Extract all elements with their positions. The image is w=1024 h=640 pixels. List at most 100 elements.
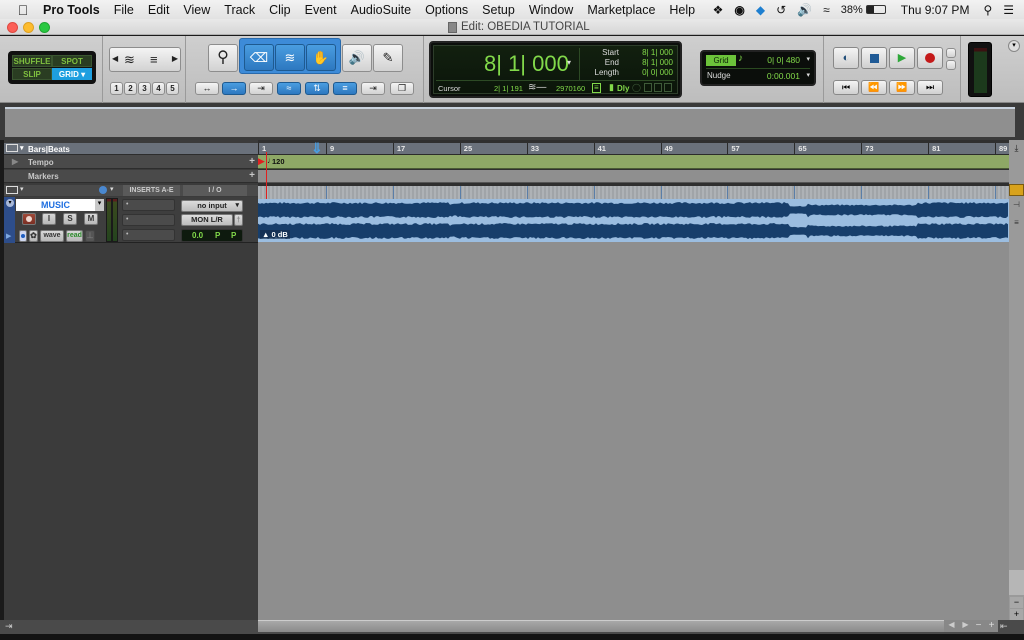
output-selector[interactable]: MON L/R [181, 214, 233, 226]
timebase-dropdown-icon[interactable]: ▾ [110, 185, 114, 193]
tempo-ruler[interactable]: ▶ ♩ 120 [258, 155, 1009, 169]
horizontal-zoom-out-button[interactable]: − [972, 620, 985, 632]
counter-dropdown-icon[interactable]: ▾ [567, 58, 571, 67]
smart-tool[interactable]: ⌫ ≋ ✋ [239, 38, 341, 74]
vertical-zoom-in-button[interactable]: + [1010, 609, 1023, 620]
zoom-window-button[interactable] [39, 22, 50, 33]
insert-slot-c[interactable]: • [122, 229, 175, 241]
grid-value[interactable]: 0| 0| 480 [767, 55, 800, 65]
scroll-left-button[interactable]: ◀ [944, 620, 959, 632]
menu-event[interactable]: Event [305, 3, 337, 17]
scroll-right-button[interactable]: ▶ [959, 620, 972, 632]
menu-clip[interactable]: Clip [269, 3, 291, 17]
show-tracks-list-icon[interactable]: ⇥ [5, 621, 13, 632]
battery-icon[interactable] [865, 5, 886, 14]
spotlight-icon[interactable]: ⚲ [983, 3, 992, 17]
audio-clip[interactable]: ▲ 0 dB [258, 199, 1009, 242]
mirror-midi-button[interactable]: ⇅ [305, 82, 329, 95]
bars-beats-ruler[interactable]: 1 9 17 25 33 41 49 57 65 73 81 89 [258, 143, 1009, 155]
dropbox-icon[interactable]: ❖ [713, 3, 724, 17]
menu-file[interactable]: File [114, 3, 134, 17]
trim-tool[interactable]: ⌫ [244, 44, 274, 71]
length-value[interactable]: 0| 0| 000 [642, 68, 673, 77]
main-counter-value[interactable]: 8| 1| 000 [484, 51, 569, 77]
online-button[interactable]: ◐ [833, 47, 859, 69]
shuffle-mode-button[interactable]: SHUFFLE [12, 55, 52, 67]
zoom-out-arrow-icon[interactable]: ◀ [112, 54, 118, 63]
insertion-follows-playback-button[interactable]: ⇥ [249, 82, 273, 95]
uad-icon[interactable]: ◆ [756, 3, 765, 17]
tab-to-transient-button[interactable]: ↔ [195, 82, 219, 95]
zoom-preset-3[interactable]: 3 [138, 82, 151, 95]
timebase-selector[interactable] [19, 230, 27, 242]
tempo-event-marker-icon[interactable]: ▶ [258, 156, 265, 167]
track-view-icon[interactable] [6, 186, 18, 194]
pencil-tool[interactable]: ✎ [373, 44, 403, 72]
grid-label[interactable]: Grid [706, 55, 736, 66]
universe-view-panel[interactable] [5, 107, 1015, 137]
zoomer-tool[interactable]: ⚲ [208, 44, 238, 72]
note-value-icon[interactable]: ♪ [738, 53, 743, 64]
menu-options[interactable]: Options [425, 3, 468, 17]
ruler-dropdown-icon[interactable]: ▾ [20, 144, 24, 152]
menu-view[interactable]: View [183, 3, 210, 17]
expand-track-icon[interactable]: ▶ [6, 232, 11, 240]
zoom-in-arrow-icon[interactable]: ▶ [172, 54, 178, 63]
track-name[interactable]: MUSIC [16, 199, 95, 211]
audio-zoom-icon[interactable]: ≋ [124, 52, 135, 68]
add-tempo-icon[interactable]: + [249, 156, 255, 167]
insert-slot-a[interactable]: • [122, 199, 175, 211]
zoom-preset-5[interactable]: 5 [166, 82, 179, 95]
sync-icon[interactable]: ◉ [734, 3, 744, 17]
go-to-end-button[interactable]: ⏭ [917, 80, 943, 95]
track-height-zoom-icon[interactable] [1009, 184, 1024, 196]
play-button[interactable]: ▶ [889, 47, 915, 69]
audio-height-icon[interactable]: ⊣ [1010, 200, 1023, 218]
tempo-value[interactable]: 120 [272, 157, 285, 166]
volume-icon[interactable]: 🔊 [797, 3, 812, 17]
slip-mode-button[interactable]: SLIP [12, 68, 52, 80]
mute-indicator-icon[interactable] [664, 83, 672, 92]
show-editor-icon[interactable]: ⇤ [1000, 621, 1008, 632]
clock[interactable]: Thu 9:07 PM [901, 3, 970, 17]
window-config-button[interactable]: ❐ [390, 82, 414, 95]
loop-playback-toggle[interactable] [946, 48, 956, 58]
delay-comp-icon[interactable]: ▮ [609, 82, 614, 93]
record-enable-button[interactable] [22, 213, 36, 225]
scrubber-tool[interactable]: 🔊 [342, 44, 372, 72]
io-header[interactable]: I / O [183, 185, 247, 196]
ruler-collapse-icon[interactable]: ⤓ [1010, 143, 1023, 154]
mute-button[interactable]: M [84, 213, 98, 225]
volume-value[interactable]: 0.0 [192, 231, 203, 240]
vertical-scroll-thumb[interactable] [1009, 570, 1024, 595]
fast-forward-button[interactable]: ⏩ [889, 80, 915, 95]
menu-track[interactable]: Track [224, 3, 255, 17]
edit-canvas[interactable]: ▲ 0 dB [258, 186, 1009, 620]
start-value[interactable]: 8| 1| 000 [642, 48, 673, 57]
pan-right-value[interactable]: P [231, 231, 236, 240]
menu-edit[interactable]: Edit [148, 3, 170, 17]
insert-slot-b[interactable]: • [122, 214, 175, 226]
vertical-scrollbar[interactable]: ⤓ ⊣ ≡ − + [1009, 140, 1024, 620]
timebase-clock-icon[interactable] [99, 186, 107, 194]
track-view-selector[interactable]: wave [40, 230, 64, 242]
grabber-tool[interactable]: ✋ [306, 44, 336, 71]
time-machine-icon[interactable]: ↺ [776, 3, 786, 17]
clock-icon[interactable]: ◯ [632, 83, 641, 92]
input-monitor-button[interactable]: I [42, 213, 56, 225]
menu-setup[interactable]: Setup [482, 3, 515, 17]
close-window-button[interactable] [7, 22, 18, 33]
return-to-zero-button[interactable]: ⏮ [833, 80, 859, 95]
link-timeline-edit-button[interactable]: → [222, 82, 246, 95]
playlist-button[interactable]: ⊥ [85, 230, 95, 242]
stop-button[interactable] [861, 47, 887, 69]
menu-audiosuite[interactable]: AudioSuite [351, 3, 411, 17]
pan-left-value[interactable]: P [215, 231, 220, 240]
add-marker-icon[interactable]: + [249, 170, 255, 181]
wifi-icon[interactable]: ≈ [823, 3, 830, 17]
loop-record-toggle[interactable] [946, 60, 956, 70]
menu-marketplace[interactable]: Marketplace [587, 3, 655, 17]
notification-center-icon[interactable]: ☰ [1003, 3, 1014, 17]
track-name-dropdown-icon[interactable]: ▾ [95, 199, 104, 211]
automation-mode-selector[interactable]: read [66, 230, 83, 242]
